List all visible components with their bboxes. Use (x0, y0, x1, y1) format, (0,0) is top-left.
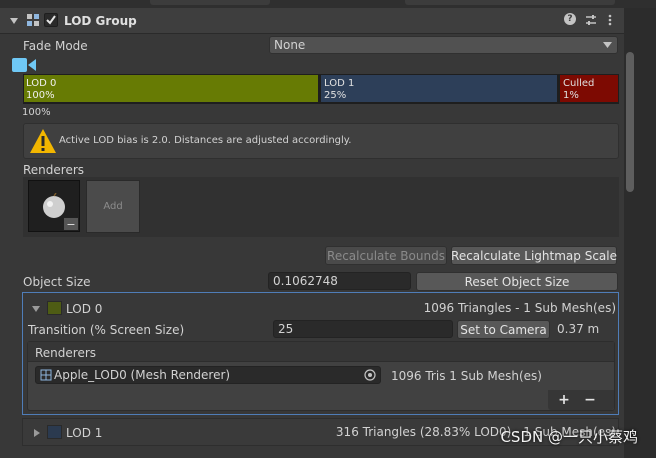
renderer-info: 1096 Tris 1 Sub Mesh(es) (391, 369, 542, 383)
recalculate-lightmap-scale-button[interactable]: Recalculate Lightmap Scale (451, 246, 617, 265)
lod0-foldout-arrow-icon[interactable] (31, 304, 41, 314)
remove-renderer-button[interactable]: − (63, 217, 79, 231)
lod1-foldout-arrow-icon[interactable] (32, 428, 42, 438)
lod0-renderers-label: Renderers (35, 346, 97, 360)
lod0-color-swatch (47, 301, 62, 315)
camera-icon[interactable] (11, 57, 37, 73)
reset-object-size-button[interactable]: Reset Object Size (416, 272, 618, 291)
lod-segment-1-percent: 25% (324, 90, 347, 101)
lod0-renderers-panel: Renderers Apple_LOD0 (Mesh Renderer) 109… (27, 341, 615, 411)
set-to-camera-button[interactable]: Set to Camera (457, 320, 550, 339)
mesh-renderer-icon (40, 369, 52, 381)
lod-group-icon (26, 13, 40, 27)
component-header: LOD Group ? (0, 8, 624, 34)
lod1-label: LOD 1 (66, 426, 103, 440)
recalculate-bounds-button[interactable]: Recalculate Bounds (325, 246, 447, 265)
object-size-field[interactable]: 0.1062748 (268, 272, 411, 290)
transition-field[interactable]: 25 (273, 320, 453, 338)
warning-box: Active LOD bias is 2.0. Distances are ad… (23, 123, 619, 159)
foldout-arrow-icon[interactable] (9, 16, 19, 26)
more-icon[interactable] (606, 13, 614, 27)
lod-segment-1-name: LOD 1 (324, 78, 355, 89)
apple-mesh-icon (41, 192, 67, 219)
renderer-object-name: Apple_LOD0 (Mesh Renderer) (54, 368, 231, 382)
transition-label: Transition (% Screen Size) (28, 323, 185, 337)
help-icon[interactable]: ? (564, 13, 576, 25)
lod-bar[interactable]: LOD 0 100% LOD 1 25% Culled 1% (23, 74, 619, 104)
warning-text: Active LOD bias is 2.0. Distances are ad… (59, 135, 352, 146)
fade-mode-label: Fade Mode (23, 39, 88, 53)
scrollbar-thumb[interactable] (626, 52, 634, 192)
renderers-panel: − Add (23, 177, 619, 237)
lod-segment-0-name: LOD 0 (26, 78, 57, 89)
add-list-item-button[interactable]: + (556, 393, 572, 407)
lod-segment-culled-name: Culled (563, 78, 595, 89)
chevron-down-icon (603, 42, 612, 48)
lod0-panel: LOD 0 1096 Triangles - 1 Sub Mesh(es) Tr… (22, 292, 619, 415)
lod1-color-swatch (47, 425, 62, 439)
component-title: LOD Group (64, 14, 137, 28)
presets-icon[interactable] (584, 13, 598, 27)
lod-segment-0[interactable]: LOD 0 100% (23, 74, 319, 103)
remove-list-item-button[interactable]: − (582, 393, 598, 407)
top-strip (0, 0, 656, 8)
lod-segment-culled[interactable]: Culled 1% (559, 74, 619, 103)
lod0-renderers-header: Renderers (28, 342, 614, 362)
object-picker-icon[interactable] (364, 369, 376, 381)
renderers-label: Renderers (23, 163, 85, 177)
renderer-thumbnail[interactable]: − (28, 180, 80, 232)
lod0-distance: 0.37 m (557, 322, 600, 336)
warning-icon (29, 127, 57, 155)
lod0-label: LOD 0 (66, 302, 103, 316)
scrollbar[interactable] (624, 8, 656, 458)
lod0-info: 1096 Triangles - 1 Sub Mesh(es) (423, 301, 616, 315)
object-size-label: Object Size (23, 275, 91, 289)
list-footer: + − (548, 390, 614, 410)
lod-segment-0-percent: 100% (26, 90, 55, 101)
lod-segment-1[interactable]: LOD 1 25% (320, 74, 558, 103)
renderer-object-field[interactable]: Apple_LOD0 (Mesh Renderer) (35, 366, 381, 384)
fade-mode-value: None (274, 38, 306, 52)
enabled-checkbox[interactable] (44, 13, 58, 27)
watermark: CSDN @一只小蔡鸡 (500, 428, 638, 446)
add-renderer-button[interactable]: Add (86, 180, 140, 233)
fade-mode-dropdown[interactable]: None (269, 36, 618, 54)
lod-segment-culled-percent: 1% (563, 90, 579, 101)
lod-bar-scale-label: 100% (22, 107, 51, 118)
